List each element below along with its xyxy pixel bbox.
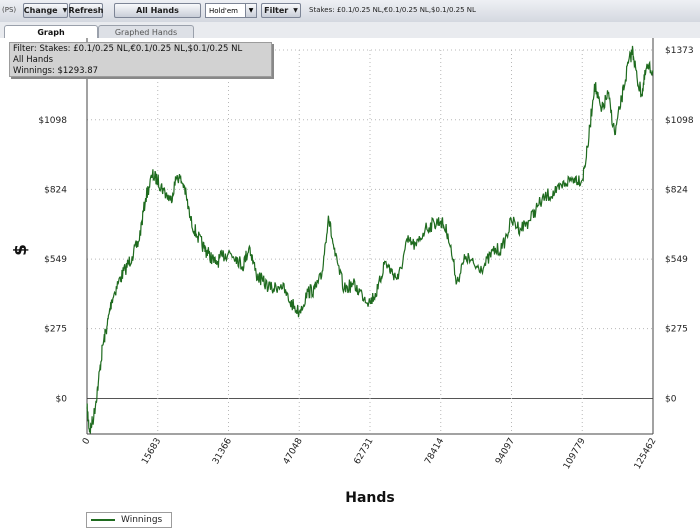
winnings-line-text: Winnings: $1293.87: [13, 66, 99, 76]
change-label: Change: [23, 6, 58, 15]
legend-label: Winnings: [121, 515, 163, 525]
y-tick-label-left: $0: [56, 394, 68, 404]
chart-legend: Winnings: [86, 512, 172, 528]
filter-label: Filter: [264, 6, 289, 15]
tab-graphed-hands[interactable]: Graphed Hands: [98, 25, 194, 38]
y-tick-label-left: $275: [44, 325, 67, 335]
refresh-label: Refresh: [68, 6, 104, 15]
y-tick-label-left: $549: [44, 255, 67, 265]
filter-info-box: Filter: Stakes: £0.1/0.25 NL,€0.1/0.25 N…: [9, 42, 272, 77]
game-type-select[interactable]: Hold'em ▼: [205, 3, 257, 18]
y-axis-title: $: [11, 244, 31, 256]
legend-swatch: [91, 519, 115, 521]
triangle-down-icon: ▼: [62, 7, 68, 14]
winnings-chart: $0 $0 $275 $275 $549 $549 $824 $824 $1098 $1098 $1…: [0, 38, 700, 531]
y-tick-label-left: $824: [44, 185, 67, 195]
all-hands-label: All Hands: [136, 6, 179, 15]
triangle-down-icon: ▼: [293, 7, 298, 14]
y-tick-label-right: $1098: [665, 116, 694, 126]
y-tick-label-right: $824: [665, 185, 688, 195]
toolbar: (PS) Change ▼ Refresh All Hands Hold'em …: [0, 0, 700, 23]
triangle-down-icon[interactable]: ▼: [245, 4, 256, 17]
tab-graph[interactable]: Graph: [4, 25, 98, 39]
filter-line: Filter: Stakes: £0.1/0.25 NL,€0.1/0.25 N…: [13, 44, 243, 54]
tab-bar: Graph Graphed Hands: [0, 22, 700, 39]
refresh-button[interactable]: Refresh: [69, 3, 103, 18]
change-button[interactable]: Change ▼: [23, 3, 68, 18]
y-tick-label-right: $0: [665, 394, 677, 404]
game-type-value: Hold'em: [209, 6, 238, 15]
site-prefix: (PS): [2, 6, 17, 14]
filter-button[interactable]: Filter ▼: [261, 3, 301, 18]
y-tick-label-right: $549: [665, 255, 688, 265]
y-tick-label-right: $1373: [665, 46, 694, 56]
x-axis-title: Hands: [345, 490, 395, 506]
y-tick-label-right: $275: [665, 325, 688, 335]
y-tick-label-left: $1098: [38, 116, 67, 126]
hands-line: All Hands: [13, 55, 54, 65]
all-hands-button[interactable]: All Hands: [114, 3, 201, 18]
stakes-text: Stakes: £0.1/0.25 NL,€0.1/0.25 NL,$0.1/0…: [309, 6, 476, 14]
